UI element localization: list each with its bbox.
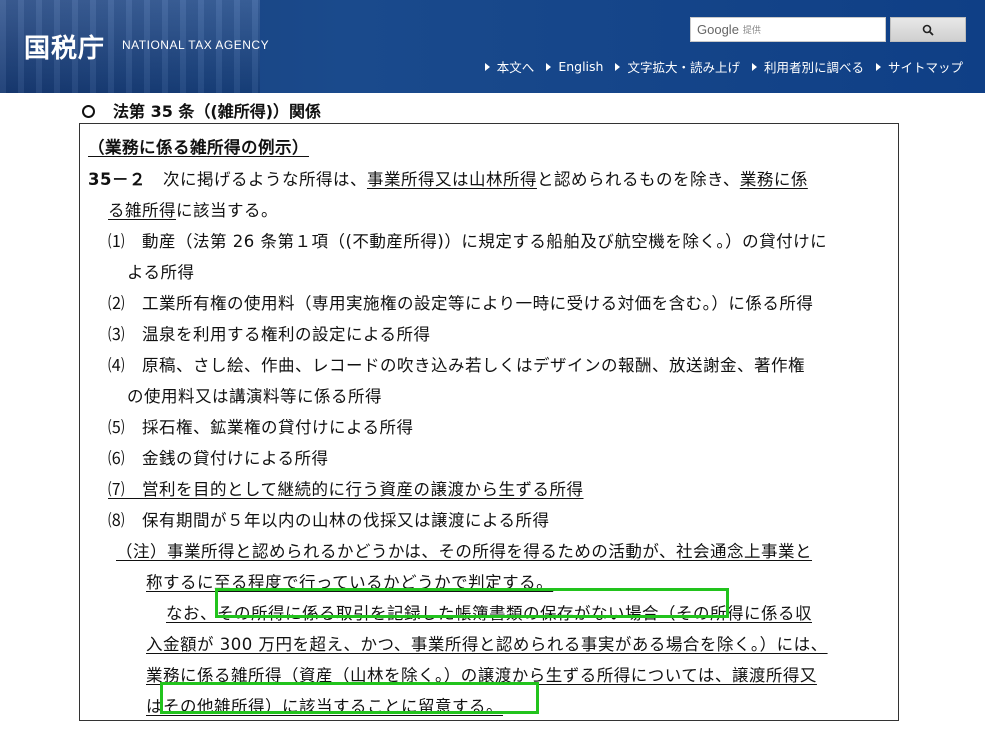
article-intro-line-1: 35－２ 次に掲げるような所得は、事業所得又は山林所得と認められるものを除き、業… <box>88 170 808 189</box>
triangle-right-icon <box>484 62 490 71</box>
header-nav: 本文へ English 文字拡大・読み上げ 利用者別に調べる サイトマップ <box>484 57 963 76</box>
item-3: ⑶ 温泉を利用する権利の設定による所得 <box>108 325 431 344</box>
item-7: ⑺ 営利を目的として継続的に行う資産の譲渡から生ずる所得 <box>108 480 584 499</box>
nav-link-by-user[interactable]: 利用者別に調べる <box>751 57 864 76</box>
triangle-right-icon <box>615 62 621 71</box>
article-intro-line-2: る雑所得に該当する。 <box>108 201 278 220</box>
item-5: ⑸ 採石権、鉱業権の貸付けによる所得 <box>108 418 414 437</box>
search-provided-label: 提供 <box>742 26 761 36</box>
section-title: 法第 35 条（(雑所得)）関係 <box>82 98 321 122</box>
note-line-2: 称するに至る程度で行っているかどうかで判定する。 <box>146 573 554 592</box>
search-button[interactable] <box>890 17 966 42</box>
article-number: 35－２ <box>88 170 146 189</box>
item-8: ⑻ 保有期間が５年以内の山林の伐採又は譲渡による所得 <box>108 511 550 530</box>
nav-link-main-content[interactable]: 本文へ <box>484 57 534 76</box>
circle-bullet-icon <box>82 105 95 118</box>
article-heading: （業務に係る雑所得の例示） <box>88 138 309 157</box>
nav-link-sitemap[interactable]: サイトマップ <box>875 57 963 76</box>
triangle-right-icon <box>875 62 881 71</box>
note-line-4: 入金額が 300 万円を超え、かつ、事業所得と認められる事実がある場合を除く。）… <box>146 635 828 654</box>
regulation-text-box: （業務に係る雑所得の例示） 35－２ 次に掲げるような所得は、事業所得又は山林所… <box>79 123 899 721</box>
item-4-line-1: ⑷ 原稿、さし絵、作曲、レコードの吹き込み若しくはデザインの報酬、放送謝金、著作… <box>108 356 805 375</box>
nav-link-accessibility[interactable]: 文字拡大・読み上げ <box>615 57 740 76</box>
search-input[interactable]: Google 提供 <box>690 17 886 42</box>
site-logo[interactable]: 国税庁 <box>24 28 105 65</box>
site-header: 国税庁 NATIONAL TAX AGENCY Google 提供 本文へ En… <box>0 0 985 93</box>
nav-link-english[interactable]: English <box>546 57 603 76</box>
note-line-1: （注）事業所得と認められるかどうかは、その所得を得るための活動が、社会通念上事業… <box>116 542 813 561</box>
item-6: ⑹ 金銭の貸付けによる所得 <box>108 449 329 468</box>
note-line-5: 業務に係る雑所得（資産（山林を除く。）の譲渡から生ずる所得については、譲渡所得又 <box>146 666 817 685</box>
google-brand: Google <box>697 22 739 37</box>
triangle-right-icon <box>751 62 757 71</box>
site-logo-english[interactable]: NATIONAL TAX AGENCY <box>122 38 269 52</box>
item-1-line-1: ⑴ 動産（法第 26 条第１項（(不動産所得)）に規定する船舶及び航空機を除く。… <box>108 232 828 251</box>
item-4-line-2: の使用料又は講演料等に係る所得 <box>127 387 382 406</box>
item-2: ⑵ 工業所有権の使用料（専用実施権の設定等により一時に受ける対価を含む。）に係る… <box>108 294 814 313</box>
triangle-right-icon <box>546 62 552 71</box>
item-1-line-2: よる所得 <box>127 263 195 282</box>
note-line-6: はその他雑所得）に該当することに留意する。 <box>146 697 503 716</box>
search-icon <box>922 24 934 36</box>
note-line-3: なお、その所得に係る取引を記録した帳簿書類の保存がない場合（その所得に係る収 <box>166 604 812 623</box>
